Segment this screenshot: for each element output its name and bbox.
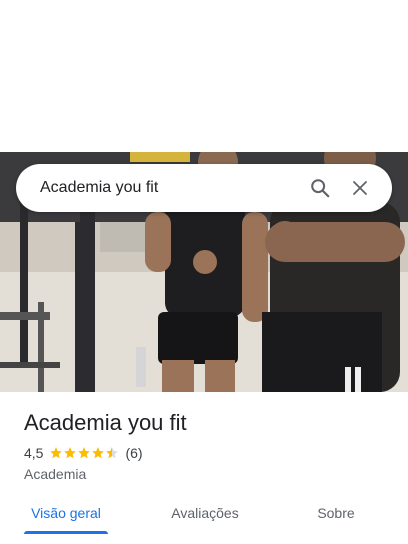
star-half-icon [106,447,119,459]
tab-reviews[interactable]: Avaliações [150,496,260,540]
tab-about[interactable]: Sobre [300,496,372,540]
map-area [0,0,408,152]
rating-value: 4,5 [24,445,44,461]
star-icon [64,447,77,459]
close-button[interactable] [340,168,380,208]
search-icon [311,179,330,198]
star-rating [49,446,119,460]
search-button[interactable] [300,168,340,208]
active-tab-indicator [24,531,108,534]
star-icon [78,447,91,459]
place-title: Academia you fit [24,410,187,435]
rating-row[interactable]: 4,5 (6) [24,445,143,461]
star-icon [50,447,63,459]
place-tabs: Visão geral Avaliações Sobre [0,496,408,544]
search-bar[interactable]: Academia you fit [16,164,392,212]
review-count[interactable]: (6) [125,445,142,461]
search-input[interactable]: Academia you fit [40,179,300,197]
star-icon [92,447,105,459]
place-category: Academia [24,466,87,482]
close-icon [353,181,367,195]
